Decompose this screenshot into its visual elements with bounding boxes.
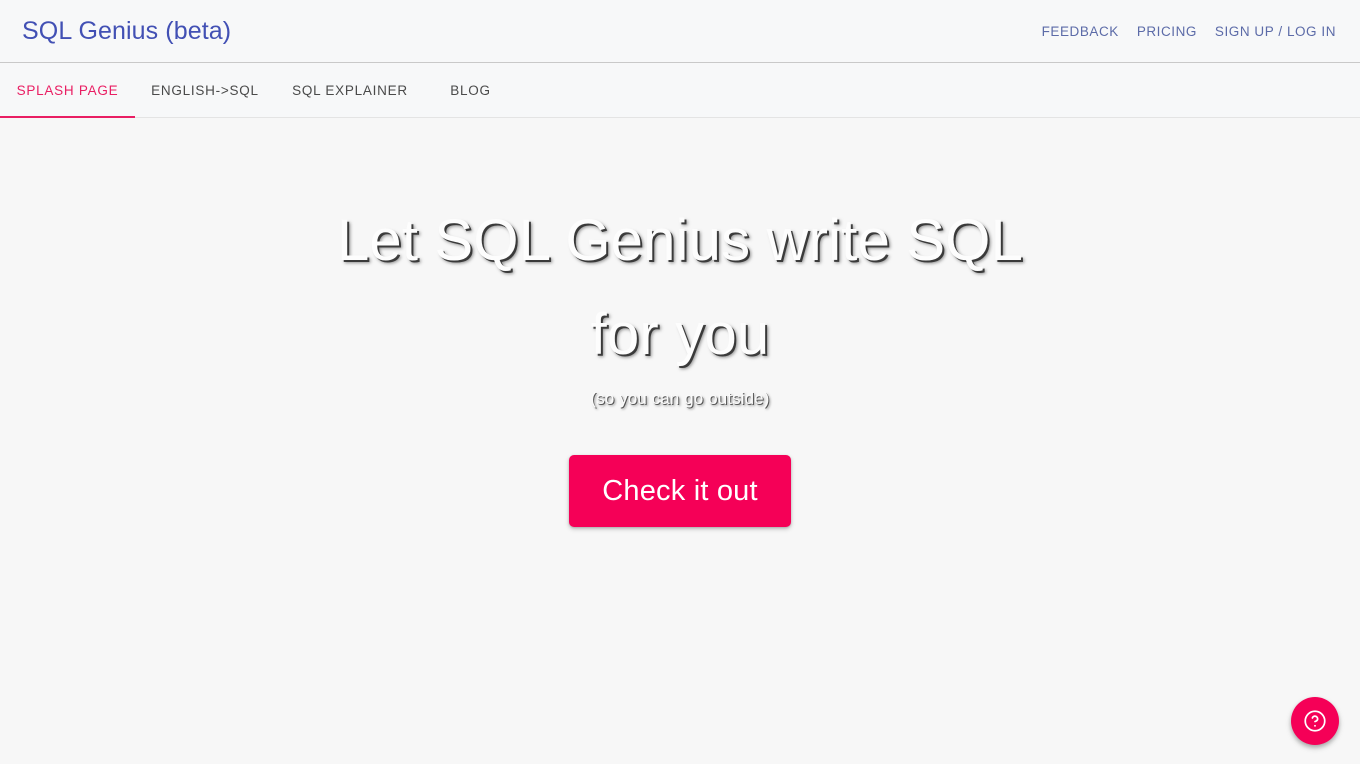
page-title-line-2: you [675, 302, 770, 367]
help-circle-icon [1302, 708, 1328, 734]
header-link-signup-login[interactable]: SIGN UP / LOG IN [1215, 20, 1336, 43]
header-nav: FEEDBACK PRICING SIGN UP / LOG IN [1024, 20, 1336, 43]
app-header: SQL Genius (beta) FEEDBACK PRICING SIGN … [0, 0, 1360, 63]
help-button[interactable] [1291, 697, 1339, 745]
tab-sql-explainer[interactable]: SQL EXPLAINER [275, 63, 425, 118]
hero-section: Let SQL Genius write SQL for you (so you… [0, 118, 1360, 764]
page-title: Let SQL Genius write SQL for you [300, 194, 1060, 382]
brand-title[interactable]: SQL Genius (beta) [22, 18, 231, 44]
header-link-pricing[interactable]: PRICING [1137, 20, 1197, 43]
check-it-out-button[interactable]: Check it out [569, 455, 791, 527]
page-subtitle: (so you can go outside) [590, 389, 770, 408]
tab-blog[interactable]: BLOG [433, 63, 508, 118]
tab-bar: SPLASH PAGE ENGLISH->SQL SQL EXPLAINER B… [0, 63, 1360, 118]
tab-splash-page[interactable]: SPLASH PAGE [0, 63, 135, 118]
header-link-feedback[interactable]: FEEDBACK [1042, 20, 1119, 43]
tab-english-to-sql[interactable]: ENGLISH->SQL [135, 63, 275, 118]
